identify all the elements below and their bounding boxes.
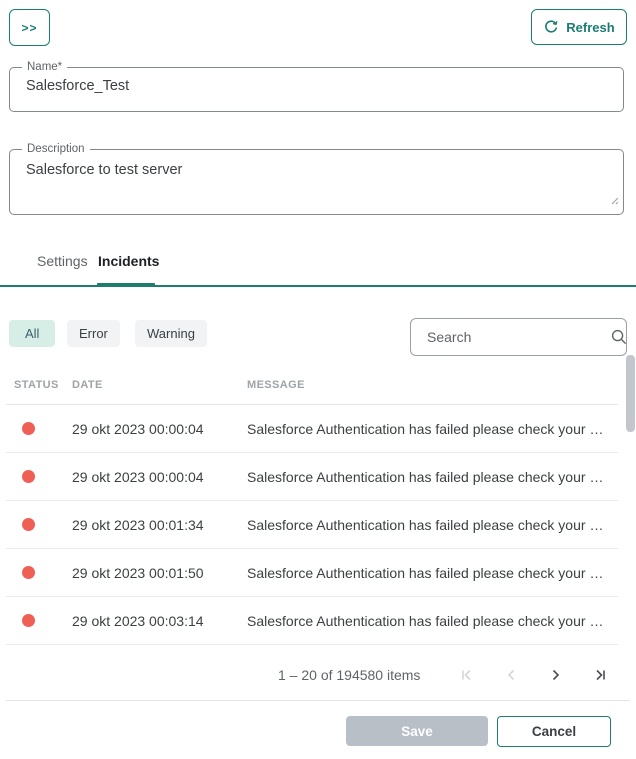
description-field: Description Salesforce to test server [9, 149, 624, 215]
refresh-icon [543, 19, 559, 35]
search-box [410, 318, 627, 356]
description-field-label: Description [22, 142, 90, 157]
cancel-button[interactable]: Cancel [497, 716, 611, 747]
active-tab-indicator [97, 283, 155, 287]
tab-incidents[interactable]: Incidents [98, 253, 159, 269]
filter-chip-error[interactable]: Error [67, 320, 120, 347]
name-input[interactable] [26, 78, 595, 94]
last-page-icon [593, 667, 609, 683]
status-error-dot [22, 470, 35, 483]
tab-strip-divider [0, 285, 636, 287]
chevron-left-icon [503, 667, 519, 683]
table-row[interactable]: 29 okt 2023 00:03:14 Salesforce Authenti… [6, 597, 618, 645]
scrollbar-thumb[interactable] [626, 355, 635, 432]
first-page-button[interactable] [456, 665, 476, 685]
incidents-table: STATUS DATE MESSAGE 29 okt 2023 00:00:04… [6, 366, 618, 645]
status-error-dot [22, 614, 35, 627]
resize-handle-icon[interactable] [607, 192, 619, 210]
row-message: Salesforce Authentication has failed ple… [247, 613, 618, 629]
refresh-button-label: Refresh [566, 20, 614, 35]
filter-chip-warning[interactable]: Warning [135, 320, 207, 347]
next-page-button[interactable] [546, 665, 566, 685]
tab-settings[interactable]: Settings [37, 253, 88, 269]
row-date: 29 okt 2023 00:00:04 [72, 421, 247, 437]
footer-divider [6, 700, 630, 701]
column-header-message: MESSAGE [247, 379, 618, 391]
collapse-panel-button[interactable]: >> [9, 9, 50, 46]
incident-panel: >> Refresh Name* Description Salesforce … [0, 0, 636, 759]
row-message: Salesforce Authentication has failed ple… [247, 469, 618, 485]
table-row[interactable]: 29 okt 2023 00:00:04 Salesforce Authenti… [6, 453, 618, 501]
previous-page-button[interactable] [501, 665, 521, 685]
row-date: 29 okt 2023 00:01:34 [72, 517, 247, 533]
refresh-button[interactable]: Refresh [531, 9, 627, 45]
search-icon [610, 328, 628, 346]
table-header: STATUS DATE MESSAGE [6, 366, 618, 405]
row-message: Salesforce Authentication has failed ple… [247, 565, 618, 581]
column-header-date: DATE [72, 379, 247, 391]
row-date: 29 okt 2023 00:00:04 [72, 469, 247, 485]
first-page-icon [458, 667, 474, 683]
name-field: Name* [9, 67, 624, 112]
table-row[interactable]: 29 okt 2023 00:01:34 Salesforce Authenti… [6, 501, 618, 549]
last-page-button[interactable] [591, 665, 611, 685]
pagination-range-label: 1 – 20 of 194580 items [278, 667, 420, 683]
chevron-right-icon [548, 667, 564, 683]
table-row[interactable]: 29 okt 2023 00:01:50 Salesforce Authenti… [6, 549, 618, 597]
row-date: 29 okt 2023 00:01:50 [72, 565, 247, 581]
table-row[interactable]: 29 okt 2023 00:00:04 Salesforce Authenti… [6, 405, 618, 453]
row-date: 29 okt 2023 00:03:14 [72, 613, 247, 629]
status-error-dot [22, 422, 35, 435]
search-input[interactable] [425, 328, 610, 346]
save-button[interactable]: Save [346, 716, 488, 746]
status-error-dot [22, 518, 35, 531]
name-field-label: Name* [22, 60, 67, 75]
filter-chip-all[interactable]: All [9, 320, 55, 347]
column-header-status: STATUS [14, 379, 72, 391]
description-textarea[interactable]: Salesforce to test server [26, 160, 595, 202]
row-message: Salesforce Authentication has failed ple… [247, 517, 618, 533]
status-error-dot [22, 566, 35, 579]
row-message: Salesforce Authentication has failed ple… [247, 421, 618, 437]
